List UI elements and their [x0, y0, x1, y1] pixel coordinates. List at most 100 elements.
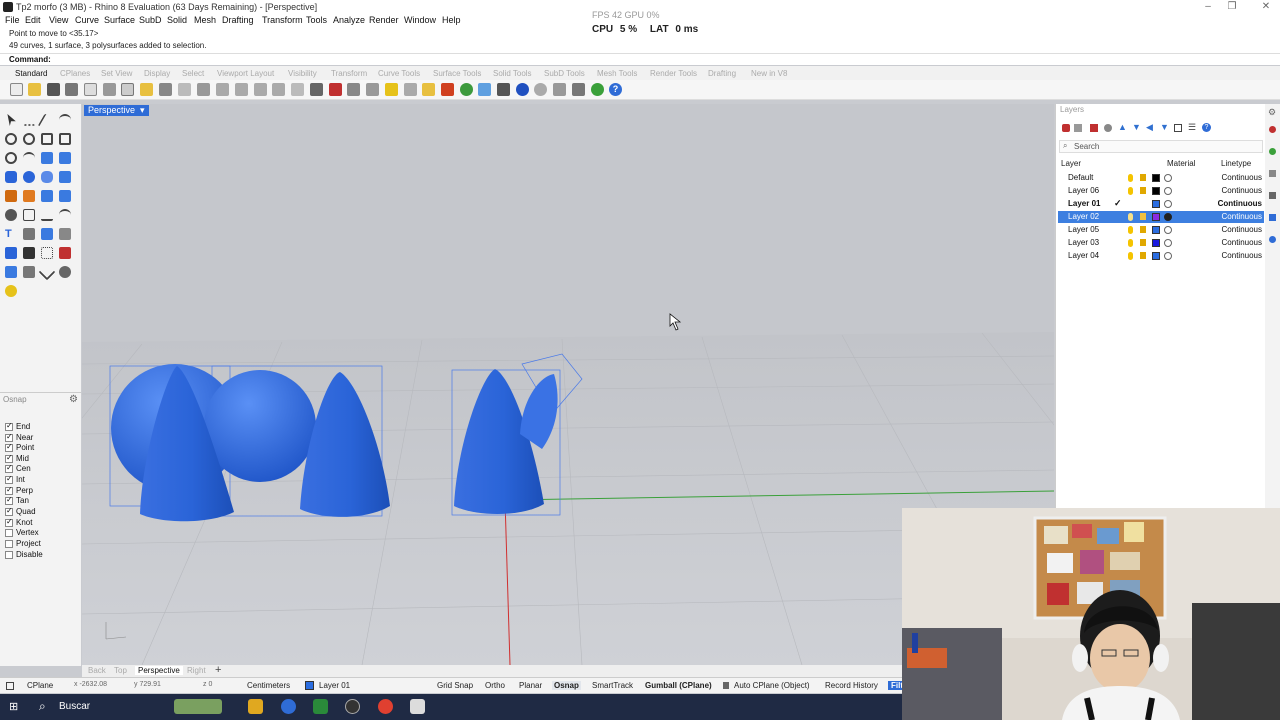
- color-wheel-icon[interactable]: [460, 83, 473, 96]
- gumball-toggle[interactable]: Gumball (CPlane): [645, 681, 712, 690]
- extrude-icon[interactable]: [59, 152, 71, 164]
- globe-icon[interactable]: [591, 83, 604, 96]
- layer-color-swatch[interactable]: [1152, 187, 1160, 195]
- viewport-tab-back[interactable]: Back: [88, 666, 106, 675]
- osnap-tan[interactable]: Tan: [5, 495, 29, 505]
- viewport-tab-right[interactable]: Right: [187, 666, 206, 675]
- zoom-selected-icon[interactable]: [272, 83, 285, 96]
- sphere-object[interactable]: [204, 370, 316, 482]
- camera-icon[interactable]: [347, 83, 360, 96]
- minimize-icon[interactable]: –: [1198, 0, 1218, 14]
- material-circle-icon[interactable]: [1164, 174, 1172, 182]
- material-circle-icon[interactable]: [1164, 226, 1172, 234]
- light-icon[interactable]: [385, 83, 398, 96]
- layer-row-layer-03[interactable]: Layer 03 Continuous: [1058, 237, 1264, 249]
- bulb-on-icon[interactable]: [1128, 213, 1133, 221]
- osnap-knot[interactable]: Knot: [5, 517, 32, 527]
- tab-select[interactable]: Select: [182, 69, 204, 78]
- osnap-settings-icon[interactable]: ⚙: [69, 394, 78, 405]
- layer-color-swatch[interactable]: [1152, 252, 1160, 260]
- layer-search-input[interactable]: ⌕ Search: [1059, 140, 1263, 153]
- rectangle-icon[interactable]: [41, 133, 53, 145]
- rotate-view-icon[interactable]: [197, 83, 210, 96]
- taskbar-search-label[interactable]: Buscar: [59, 701, 90, 712]
- settings-gear-icon[interactable]: ⚙: [1268, 107, 1276, 118]
- array-icon[interactable]: [41, 247, 53, 259]
- checkbox-icon[interactable]: [5, 517, 13, 527]
- light-tool-icon[interactable]: [5, 285, 17, 297]
- layer-menu-icon[interactable]: ☰: [1188, 122, 1196, 133]
- help-icon[interactable]: ?: [1202, 123, 1211, 132]
- viewport-tab-top[interactable]: Top: [114, 666, 127, 675]
- osnap-int[interactable]: Int: [5, 474, 25, 484]
- ellipse-icon[interactable]: [5, 152, 17, 164]
- viewport-grid-icon[interactable]: [291, 83, 304, 96]
- checkbox-icon[interactable]: [5, 485, 13, 495]
- osnap-mid[interactable]: Mid: [5, 453, 29, 463]
- properties-tab-icon[interactable]: [1269, 126, 1276, 133]
- tab-mesh-tools[interactable]: Mesh Tools: [597, 69, 637, 78]
- menu-drafting[interactable]: Drafting: [222, 15, 254, 25]
- move-parent-icon[interactable]: ◀: [1146, 122, 1153, 133]
- status-cplane[interactable]: CPlane: [27, 681, 53, 690]
- checkbox-icon[interactable]: [5, 463, 13, 473]
- zoom-window-icon[interactable]: [235, 83, 248, 96]
- chevron-down-icon[interactable]: ▾: [140, 105, 145, 116]
- menu-file[interactable]: File: [5, 15, 20, 25]
- mirror-icon[interactable]: [59, 247, 71, 259]
- unlock-icon[interactable]: [1140, 239, 1146, 246]
- menu-analyze[interactable]: Analyze: [333, 15, 365, 25]
- checkbox-icon[interactable]: [5, 528, 13, 537]
- new-file-icon[interactable]: [10, 83, 23, 96]
- checkbox-icon[interactable]: [5, 453, 13, 463]
- delete-layer-icon[interactable]: [1090, 124, 1098, 132]
- close-icon[interactable]: ✕: [1256, 0, 1276, 14]
- menu-mesh[interactable]: Mesh: [194, 15, 216, 25]
- dimension-icon[interactable]: [5, 209, 17, 221]
- render-sphere-icon[interactable]: [516, 83, 529, 96]
- surface-icon[interactable]: [41, 152, 53, 164]
- polyline-icon[interactable]: [37, 114, 57, 126]
- join-icon[interactable]: [59, 209, 71, 221]
- checkbox-icon[interactable]: [5, 474, 13, 484]
- tab-set-view[interactable]: Set View: [101, 69, 132, 78]
- layer-linetype[interactable]: Continuous: [1222, 212, 1262, 221]
- rhino-taskbar-icon[interactable]: [410, 699, 425, 714]
- lock-icon[interactable]: [422, 83, 435, 96]
- add-viewport-icon[interactable]: +: [215, 664, 221, 676]
- split-icon[interactable]: [41, 209, 53, 221]
- text-icon[interactable]: T: [5, 228, 17, 240]
- tab-surface-tools[interactable]: Surface Tools: [433, 69, 481, 78]
- tab-display[interactable]: Display: [144, 69, 170, 78]
- bulb-on-icon[interactable]: [1128, 226, 1133, 234]
- settings-gear-icon[interactable]: [553, 83, 566, 96]
- command-line[interactable]: Command:: [0, 53, 1280, 65]
- osnap-disable[interactable]: Disable: [5, 550, 43, 559]
- scale-icon[interactable]: [23, 247, 35, 259]
- bulb-on-icon[interactable]: [1128, 252, 1133, 260]
- material-circle-icon[interactable]: [1164, 239, 1172, 247]
- app-icon[interactable]: [345, 699, 360, 714]
- record-history-toggle[interactable]: Record History: [825, 681, 878, 690]
- bulb-icon[interactable]: [404, 83, 417, 96]
- layer-linetype[interactable]: Continuous: [1222, 251, 1262, 260]
- status-layer[interactable]: Layer 01: [319, 681, 350, 690]
- tab-cplanes[interactable]: CPlanes: [60, 69, 90, 78]
- polygon-icon[interactable]: [59, 133, 71, 145]
- properties-icon[interactable]: [84, 83, 97, 96]
- osnap-perp[interactable]: Perp: [5, 485, 33, 495]
- osnap-point[interactable]: Point: [5, 442, 34, 452]
- layer-linetype[interactable]: Continuous: [1218, 199, 1262, 208]
- layer-color-swatch[interactable]: [1152, 174, 1160, 182]
- checkbox-icon[interactable]: [5, 432, 13, 442]
- explode-icon[interactable]: [23, 228, 35, 240]
- chrome-icon[interactable]: [378, 699, 393, 714]
- menu-transform[interactable]: Transform: [262, 15, 303, 25]
- tab-curve-tools[interactable]: Curve Tools: [378, 69, 420, 78]
- zoom-icon[interactable]: [216, 83, 229, 96]
- tab-solid-tools[interactable]: Solid Tools: [493, 69, 532, 78]
- tab-drafting[interactable]: Drafting: [708, 69, 736, 78]
- save-icon[interactable]: [47, 83, 60, 96]
- menu-render[interactable]: Render: [369, 15, 399, 25]
- bulb-on-icon[interactable]: [1128, 239, 1133, 247]
